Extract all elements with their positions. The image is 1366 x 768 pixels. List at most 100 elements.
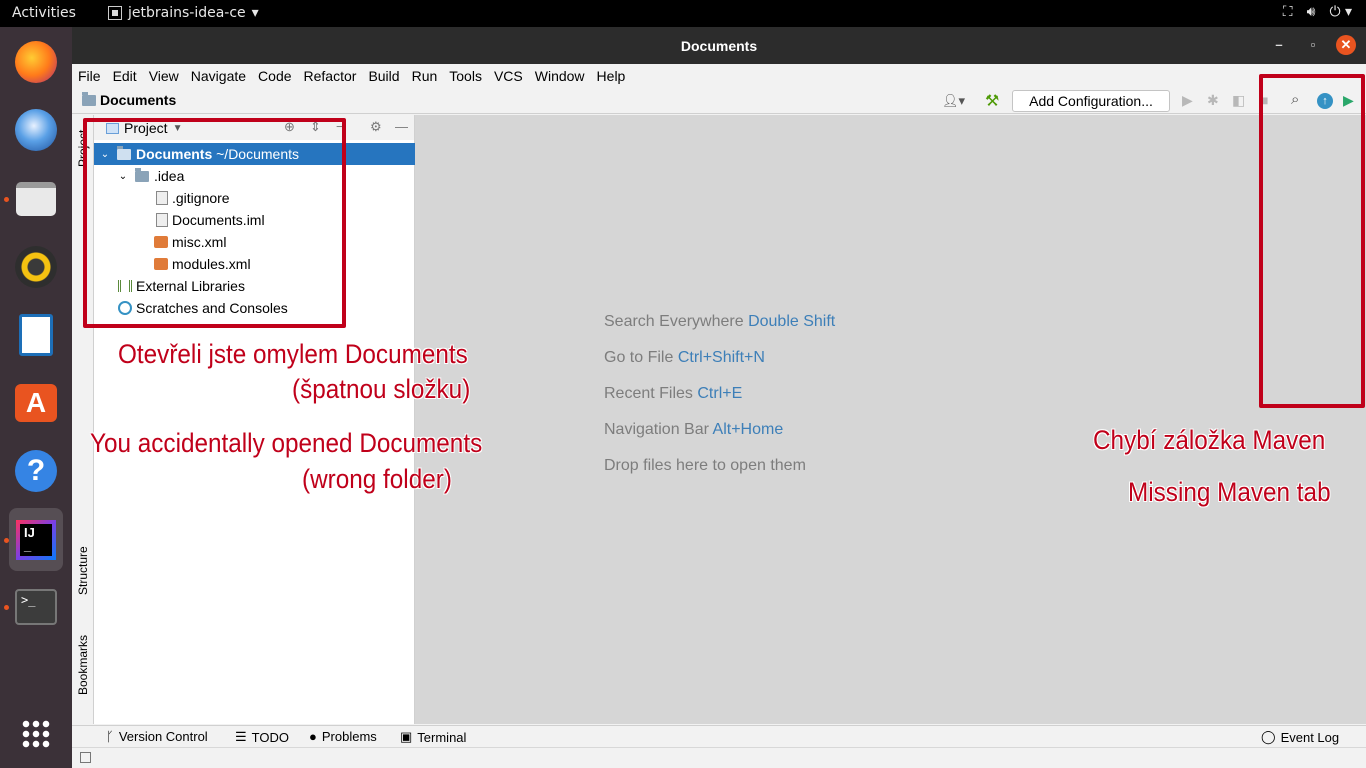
bookmarks-tool-tab[interactable]: Bookmarks <box>76 635 90 695</box>
hint-drop-files: Drop files here to open them <box>604 457 806 475</box>
annotation-box-project-tree <box>83 118 346 328</box>
branch-icon: ᚴ <box>106 729 114 744</box>
hint-shortcut: Ctrl+Shift+N <box>677 349 765 366</box>
files-icon <box>16 182 56 216</box>
writer-icon <box>19 314 53 356</box>
menu-help[interactable]: Help <box>597 68 626 84</box>
hint-go-to-file: Go to File Ctrl+Shift+N <box>604 349 765 367</box>
ubuntu-dock: A ? IJ _ >_ <box>0 27 72 768</box>
tab-label: Version Control <box>118 729 208 744</box>
app-grid-icon <box>21 719 51 749</box>
hint-shortcut: Double Shift <box>748 313 836 330</box>
folder-icon <box>82 91 96 106</box>
menu-edit[interactable]: Edit <box>113 68 137 84</box>
debug-icon[interactable]: ✱ <box>1207 92 1219 109</box>
menu-build[interactable]: Build <box>368 68 399 84</box>
menu-vcs[interactable]: VCS <box>494 68 523 84</box>
hide-panel-icon[interactable]: — <box>395 119 408 134</box>
intellij-icon: IJ _ <box>16 519 56 560</box>
chevron-down-icon: ▾ <box>251 5 259 21</box>
annotation-text: Otevřeli jste omylem Documents <box>118 339 468 369</box>
hint-text: Drop files here to open them <box>604 457 806 474</box>
rhythmbox-icon <box>15 246 57 288</box>
minimize-button[interactable]: – <box>1269 35 1289 55</box>
help-icon: ? <box>15 450 57 492</box>
app-icon <box>108 6 122 20</box>
window-title: Documents <box>680 38 758 54</box>
problems-icon: ● <box>309 729 317 744</box>
firefox-launcher[interactable] <box>9 35 63 89</box>
volume-icon[interactable]: 🔊︎ <box>1307 4 1316 20</box>
annotation-text: (špatnou složku) <box>292 374 471 404</box>
network-icon[interactable]: ⛶ <box>1283 4 1293 20</box>
hint-recent-files: Recent Files Ctrl+E <box>604 385 742 403</box>
terminal-tab[interactable]: ▣ Terminal <box>400 729 466 745</box>
software-store-icon: A <box>15 384 57 422</box>
software-launcher[interactable]: A <box>9 376 63 430</box>
menu-navigate[interactable]: Navigate <box>191 68 246 84</box>
system-tray[interactable]: ⛶ 🔊︎ ⏻ ▾ <box>1283 4 1352 20</box>
app-menu-label: jetbrains-idea-ce <box>128 5 246 21</box>
problems-tab[interactable]: ● Problems <box>309 729 377 744</box>
menu-view[interactable]: View <box>149 68 179 84</box>
status-bar <box>72 747 1366 768</box>
breadcrumb[interactable]: Documents <box>82 91 176 108</box>
thunderbird-launcher[interactable] <box>9 103 63 157</box>
window-titlebar: Documents – ▫ ✕ <box>72 27 1366 64</box>
navigation-bar: Documents 👤︎▾ ⚒ Add Configuration... ▶ ✱… <box>72 88 1366 114</box>
terminal-icon: ▣ <box>400 729 413 744</box>
rhythmbox-launcher[interactable] <box>9 240 63 294</box>
tab-label: Problems <box>321 729 377 744</box>
annotation-box-right-stripe <box>1259 74 1365 408</box>
libreoffice-writer-launcher[interactable] <box>9 308 63 362</box>
intellij-launcher[interactable]: IJ _ <box>9 508 63 571</box>
build-hammer-icon[interactable]: ⚒ <box>985 91 999 111</box>
tab-label: Event Log <box>1280 729 1340 745</box>
version-control-tab[interactable]: ᚴ Version Control <box>106 729 208 744</box>
terminal-icon: >_ <box>15 589 57 625</box>
menu-code[interactable]: Code <box>258 68 291 84</box>
list-icon: ☰ <box>235 729 247 744</box>
run-icon[interactable]: ▶ <box>1182 92 1193 109</box>
firefox-icon <box>15 41 57 83</box>
tab-label: TODO <box>251 729 289 745</box>
thunderbird-icon <box>15 109 57 151</box>
tab-label: Terminal <box>417 729 467 745</box>
hint-search-everywhere: Search Everywhere Double Shift <box>604 313 835 331</box>
menu-refactor[interactable]: Refactor <box>304 68 357 84</box>
menu-run[interactable]: Run <box>412 68 438 84</box>
power-icon[interactable]: ⏻ ▾ <box>1329 4 1352 20</box>
hint-navigation-bar: Navigation Bar Alt+Home <box>604 421 783 439</box>
menu-window[interactable]: Window <box>535 68 585 84</box>
gnome-top-bar: Activities jetbrains-idea-ce ▾ ⛶ 🔊︎ ⏻ ▾ <box>0 0 1366 27</box>
menu-tools[interactable]: Tools <box>449 68 482 84</box>
app-menu[interactable]: jetbrains-idea-ce ▾ <box>108 5 259 21</box>
event-log-icon: ◯ <box>1261 729 1276 744</box>
add-configuration-button[interactable]: Add Configuration... <box>1012 90 1170 112</box>
bottom-tool-bar: ᚴ Version Control ☰ TODO ● Problems ▣ Termin… <box>72 725 1366 747</box>
terminal-launcher[interactable]: >_ <box>9 580 63 634</box>
close-button[interactable]: ✕ <box>1336 35 1356 55</box>
menu-file[interactable]: File <box>78 68 101 84</box>
help-launcher[interactable]: ? <box>9 444 63 498</box>
maximize-button[interactable]: ▫ <box>1303 35 1323 55</box>
hint-shortcut: Alt+Home <box>712 421 784 438</box>
structure-tool-tab[interactable]: Structure <box>76 546 90 595</box>
editor-empty-area[interactable]: Search Everywhere Double Shift Go to Fil… <box>415 115 1366 724</box>
menu-bar: File Edit View Navigate Code Refactor Bu… <box>72 64 1366 88</box>
todo-tab[interactable]: ☰ TODO <box>235 729 289 745</box>
event-log-tab[interactable]: ◯ Event Log <box>1261 729 1339 745</box>
files-launcher[interactable] <box>9 172 63 226</box>
annotation-text: Missing Maven tab <box>1128 477 1331 507</box>
hint-text: Go to File <box>604 349 678 366</box>
hint-shortcut: Ctrl+E <box>697 385 743 402</box>
show-apps-button[interactable] <box>9 707 63 761</box>
gear-icon[interactable]: ⚙ <box>370 119 382 135</box>
activities-button[interactable]: Activities <box>12 5 76 21</box>
coverage-icon[interactable]: ◧ <box>1232 92 1245 109</box>
annotation-text: Chybí záložka Maven <box>1093 425 1326 455</box>
user-icon[interactable]: 👤︎▾ <box>942 93 965 109</box>
hint-text: Navigation Bar <box>604 421 713 438</box>
annotation-text: (wrong folder) <box>302 464 452 494</box>
layout-toggle-icon[interactable] <box>80 752 91 763</box>
